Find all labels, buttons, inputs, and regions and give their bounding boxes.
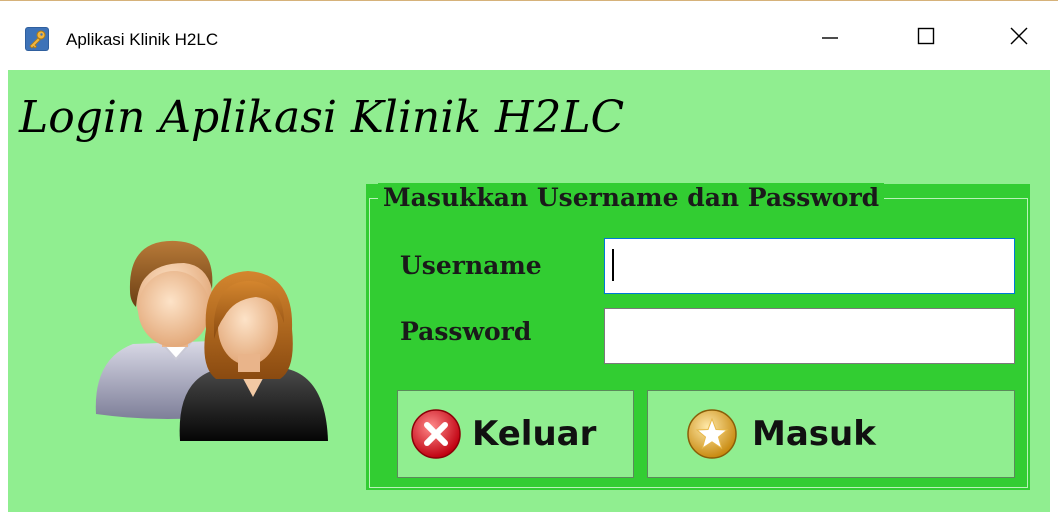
login-button[interactable]: Masuk — [647, 390, 1015, 478]
close-icon — [1010, 27, 1028, 45]
text-caret — [612, 249, 614, 281]
star-circle-icon — [687, 409, 737, 459]
exit-button-label: Keluar — [472, 414, 597, 454]
maximize-button[interactable] — [903, 13, 949, 59]
password-input[interactable] — [604, 308, 1015, 364]
login-window: Aplikasi Klinik H2LC Login Aplikasi Klin… — [0, 0, 1058, 512]
users-icon — [95, 240, 328, 441]
minimize-icon — [822, 37, 838, 39]
login-panel-legend: Masukkan Username dan Password — [378, 183, 885, 212]
minimize-button[interactable] — [807, 13, 853, 59]
close-button[interactable] — [996, 13, 1042, 59]
username-label: Username — [400, 251, 542, 280]
page-title: Login Aplikasi Klinik H2LC — [19, 92, 625, 143]
close-circle-icon — [411, 409, 461, 459]
username-input[interactable] — [604, 238, 1015, 294]
exit-button[interactable]: Keluar — [397, 390, 634, 478]
key-icon — [25, 27, 49, 51]
title-bar[interactable]: Aplikasi Klinik H2LC — [0, 1, 1058, 69]
maximize-icon — [917, 27, 935, 45]
password-label: Password — [400, 317, 532, 346]
window-title: Aplikasi Klinik H2LC — [66, 30, 219, 49]
login-button-label: Masuk — [752, 414, 876, 454]
